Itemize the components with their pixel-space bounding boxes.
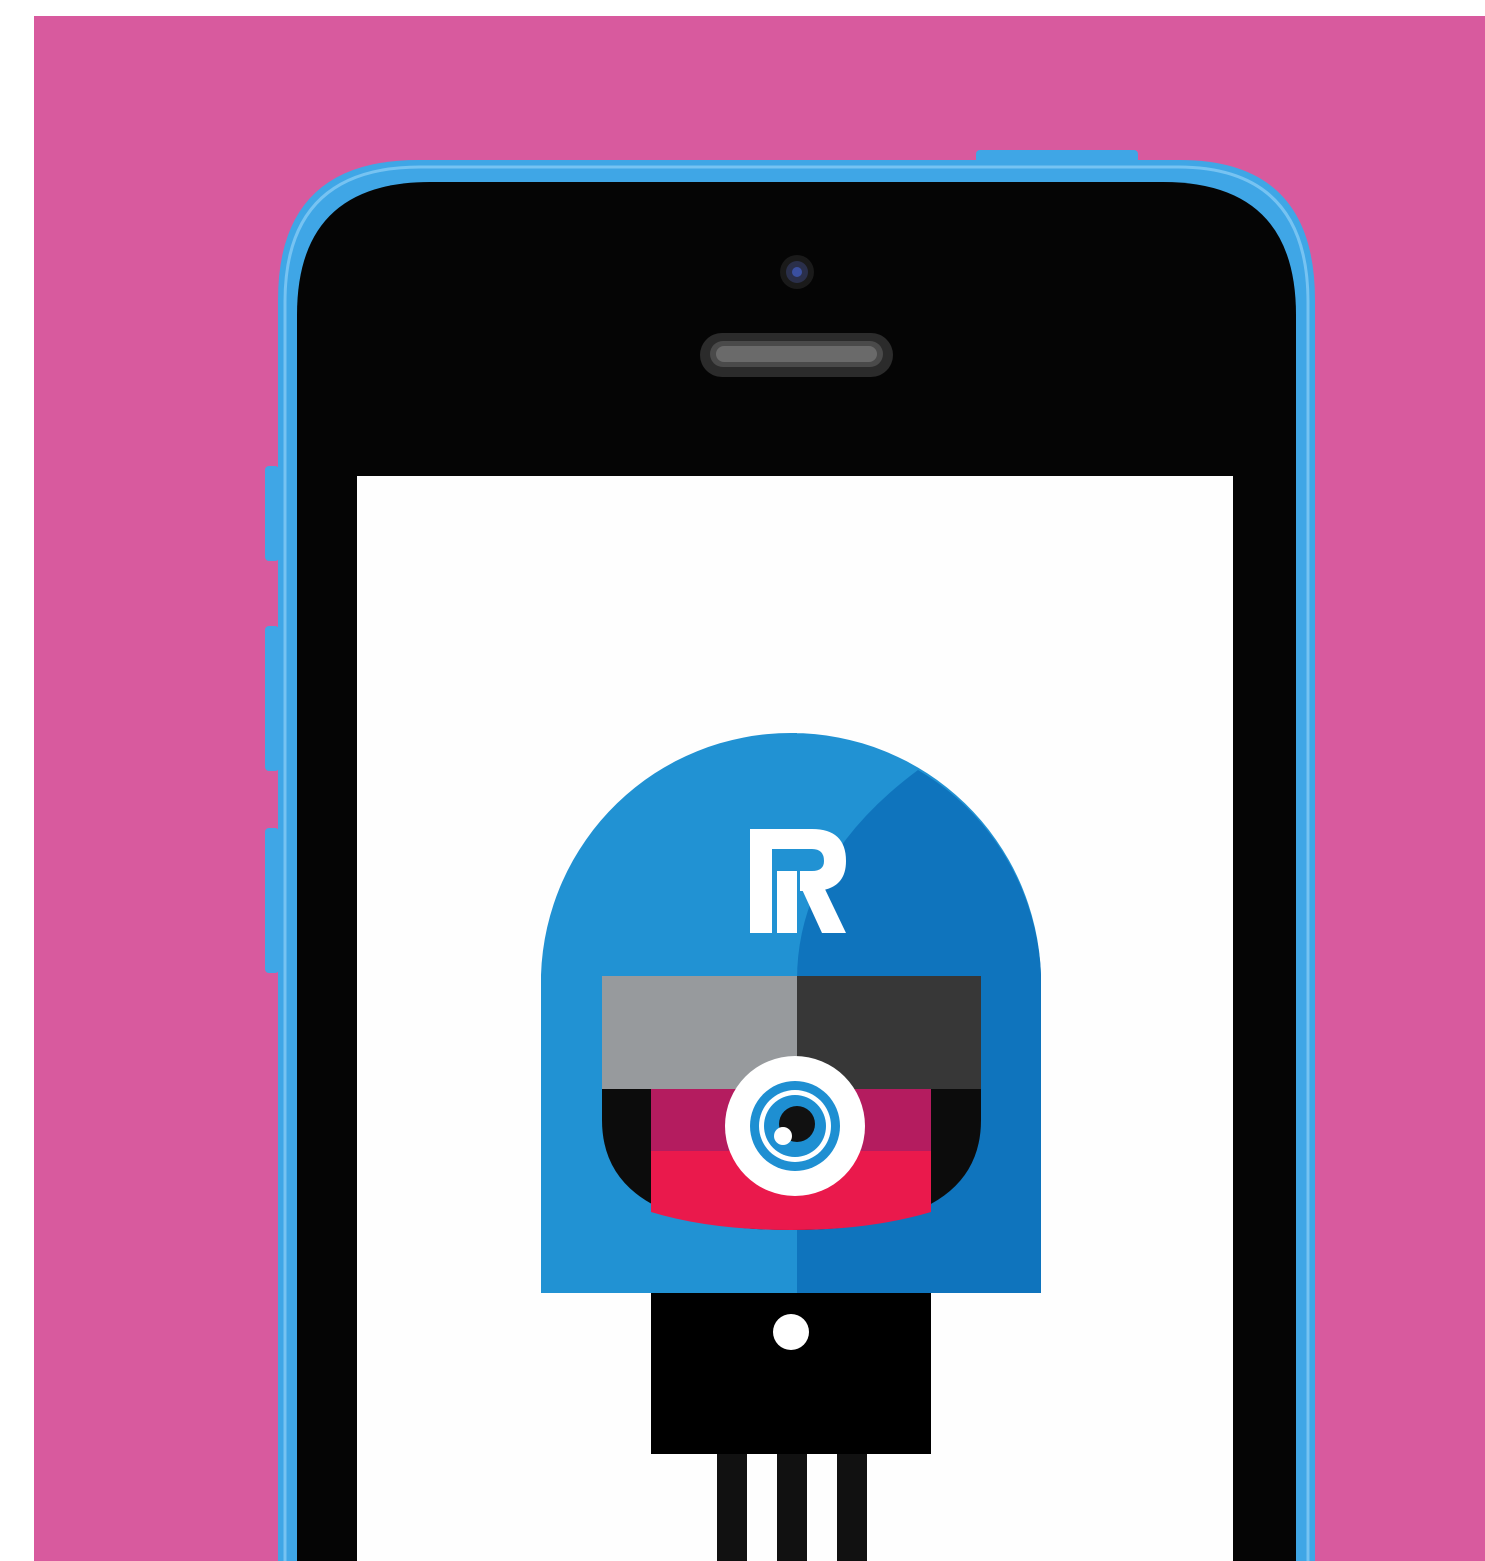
mascot-neck — [651, 1293, 931, 1454]
mute-switch-icon — [265, 466, 279, 561]
mascot-cables — [717, 1454, 867, 1561]
phone-illustration — [265, 150, 1315, 1561]
front-camera-icon — [780, 255, 814, 289]
neck-bolt-icon — [773, 1314, 809, 1350]
poster-scene — [0, 0, 1485, 1561]
volume-button-icon — [265, 828, 279, 973]
volume-button-icon — [265, 626, 279, 771]
earpiece-speaker-icon — [700, 333, 893, 377]
mascot-eye-icon — [725, 1056, 865, 1196]
